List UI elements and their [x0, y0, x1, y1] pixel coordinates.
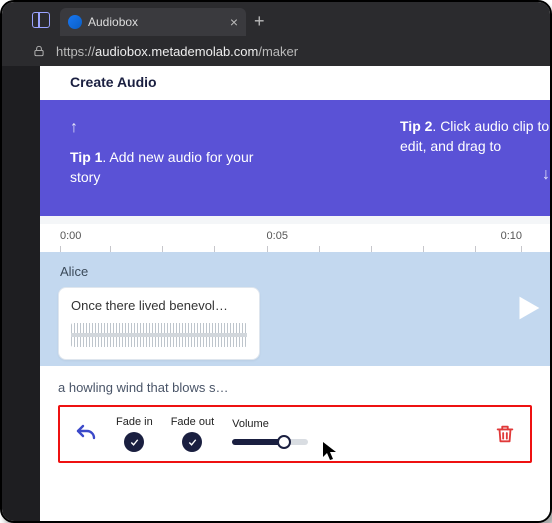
tip-2: Tip 2. Click audio clip to edit, and dra…	[400, 116, 550, 186]
play-button[interactable]	[506, 286, 550, 330]
track-lane: Alice Once there lived benevol…	[40, 252, 550, 366]
volume-label: Volume	[232, 418, 269, 430]
arrow-up-icon: ↑	[70, 116, 286, 139]
delete-button[interactable]	[494, 423, 518, 447]
page-title: Create Audio	[40, 66, 550, 100]
browser-side-strip	[2, 66, 40, 521]
slider-knob[interactable]	[277, 435, 291, 449]
volume-slider[interactable]	[232, 434, 308, 450]
clip-text: Once there lived benevol…	[71, 298, 247, 313]
favicon-icon	[68, 15, 82, 29]
sfx-description: a howling wind that blows s…	[58, 380, 532, 395]
clip-edit-toolbar: Fade in Fade out Volume	[58, 405, 532, 463]
url-path: /maker	[258, 44, 298, 59]
tip-1: ↑ Tip 1. Add new audio for your story	[70, 116, 286, 200]
close-tab-icon[interactable]: ×	[230, 14, 238, 30]
fade-in-toggle[interactable]: Fade in	[116, 416, 153, 452]
app-content: Create Audio ↑ Tip 1. Add new audio for …	[40, 66, 550, 521]
sfx-editor: a howling wind that blows s… Fade in Fad…	[40, 366, 550, 481]
fade-in-label: Fade in	[116, 416, 153, 428]
tip2-label: Tip 2	[400, 118, 432, 134]
waveform-icon	[71, 323, 247, 347]
tip1-label: Tip 1	[70, 149, 102, 165]
url-text: https://audiobox.metademolab.com/maker	[56, 44, 298, 59]
address-bar[interactable]: https://audiobox.metademolab.com/maker	[2, 36, 550, 66]
check-icon	[124, 432, 144, 452]
time-mark: 0:00	[60, 230, 81, 242]
undo-button[interactable]	[74, 422, 98, 446]
time-ruler[interactable]: 0:00 0:05 0:10	[40, 224, 550, 252]
timeline: 0:00 0:05 0:10 Alice	[40, 216, 550, 481]
time-mark: 0:10	[501, 230, 522, 242]
track-name: Alice	[60, 264, 532, 279]
mouse-cursor-icon	[322, 441, 338, 461]
new-tab-button[interactable]: +	[254, 11, 265, 32]
url-prefix: https://	[56, 44, 95, 59]
arrow-down-icon: ↓	[400, 163, 550, 186]
screenshot-frame: Audiobox × + https://audiobox.metademola…	[0, 0, 552, 523]
sidebar-toggle-icon[interactable]	[32, 12, 50, 28]
time-mark: 0:05	[267, 230, 288, 242]
audio-clip[interactable]: Once there lived benevol…	[58, 287, 260, 360]
tab-title: Audiobox	[88, 15, 224, 29]
browser-chrome: Audiobox × + https://audiobox.metademola…	[2, 2, 550, 66]
volume-control[interactable]: Volume	[232, 418, 308, 450]
fade-out-toggle[interactable]: Fade out	[171, 416, 214, 452]
url-host: audiobox.metademolab.com	[95, 44, 258, 59]
tips-banner: ↑ Tip 1. Add new audio for your story Ti…	[40, 100, 550, 216]
browser-tab[interactable]: Audiobox ×	[60, 8, 246, 36]
fade-out-label: Fade out	[171, 416, 214, 428]
lock-icon	[32, 44, 46, 58]
check-icon	[182, 432, 202, 452]
